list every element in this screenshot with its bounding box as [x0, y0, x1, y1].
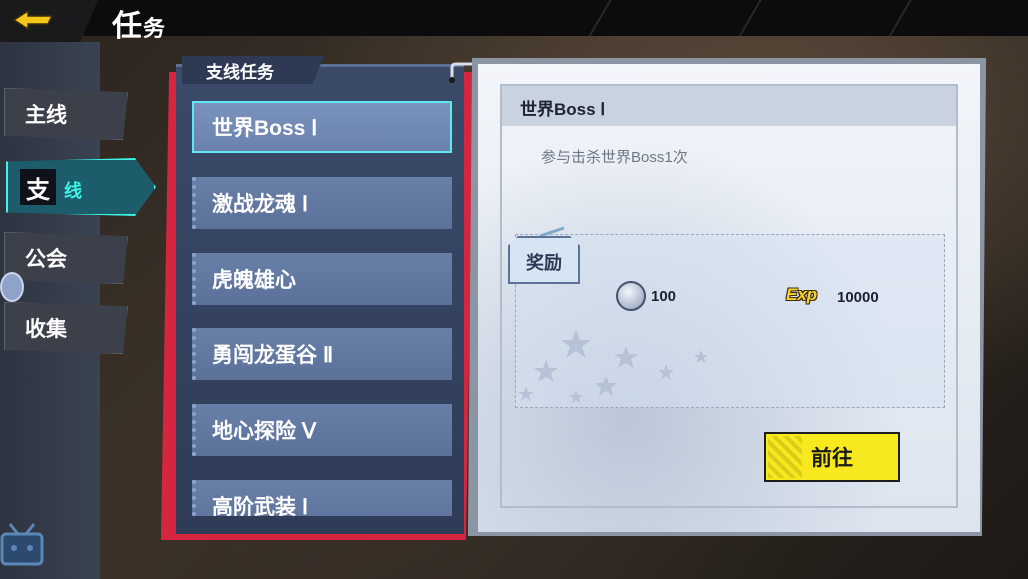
tab-guild[interactable]: 公会: [4, 232, 128, 284]
tab-label: 主线: [25, 104, 67, 127]
task-label: 虎魄雄心: [212, 269, 296, 292]
task-list-title: 支线任务: [206, 63, 274, 82]
task-item-dragon-soul[interactable]: 激战龙魂 Ⅰ: [192, 177, 452, 229]
tab-side-quest[interactable]: 支 线: [6, 158, 156, 216]
task-item-world-boss[interactable]: 世界Boss Ⅰ: [192, 101, 452, 153]
task-item-tiger-spirit[interactable]: 虎魄雄心: [192, 253, 452, 305]
task-item-advanced-armament[interactable]: 高阶武装 Ⅰ: [192, 480, 452, 516]
silver-coin-icon: [616, 281, 646, 311]
exp-reward-amount: 10000: [837, 289, 879, 306]
back-arrow-icon: [12, 9, 54, 31]
stars-decoration: [518, 330, 708, 403]
task-label: 世界Boss Ⅰ: [212, 117, 318, 140]
page-title: 任务: [112, 10, 167, 43]
go-button[interactable]: 前往: [764, 432, 900, 482]
tab-collection[interactable]: 收集: [4, 302, 128, 354]
task-label: 勇闯龙蛋谷 Ⅱ: [212, 344, 334, 367]
tab-label: 收集: [25, 318, 67, 341]
tab-label-rest: 线: [64, 181, 82, 201]
exp-icon: Exp: [786, 285, 818, 304]
task-label: 激战龙魂 Ⅰ: [212, 193, 309, 216]
task-item-dragon-egg-valley[interactable]: 勇闯龙蛋谷 Ⅱ: [192, 328, 452, 380]
task-label: 地心探险 Ⅴ: [212, 420, 317, 443]
detail-description: 参与击杀世界Boss1次: [541, 149, 688, 166]
reward-tag: 奖励: [508, 236, 580, 284]
tab-label: 公会: [25, 248, 67, 271]
task-label: 高阶武装 Ⅰ: [212, 496, 309, 516]
coin-reward-amount: 100: [651, 288, 677, 305]
tab-label-box: 支: [20, 169, 56, 205]
fleur-badge-icon: [0, 272, 24, 302]
robot-icon: [0, 523, 44, 566]
tab-main-quest[interactable]: 主线: [4, 88, 128, 140]
detail-title: 世界Boss Ⅰ: [520, 100, 606, 119]
task-item-earth-core[interactable]: 地心探险 Ⅴ: [192, 404, 452, 456]
go-button-label: 前往: [811, 447, 853, 470]
task-list[interactable]: 世界Boss Ⅰ 激战龙魂 Ⅰ 虎魄雄心 勇闯龙蛋谷 Ⅱ 地心探险 Ⅴ 高阶武装…: [192, 96, 454, 516]
